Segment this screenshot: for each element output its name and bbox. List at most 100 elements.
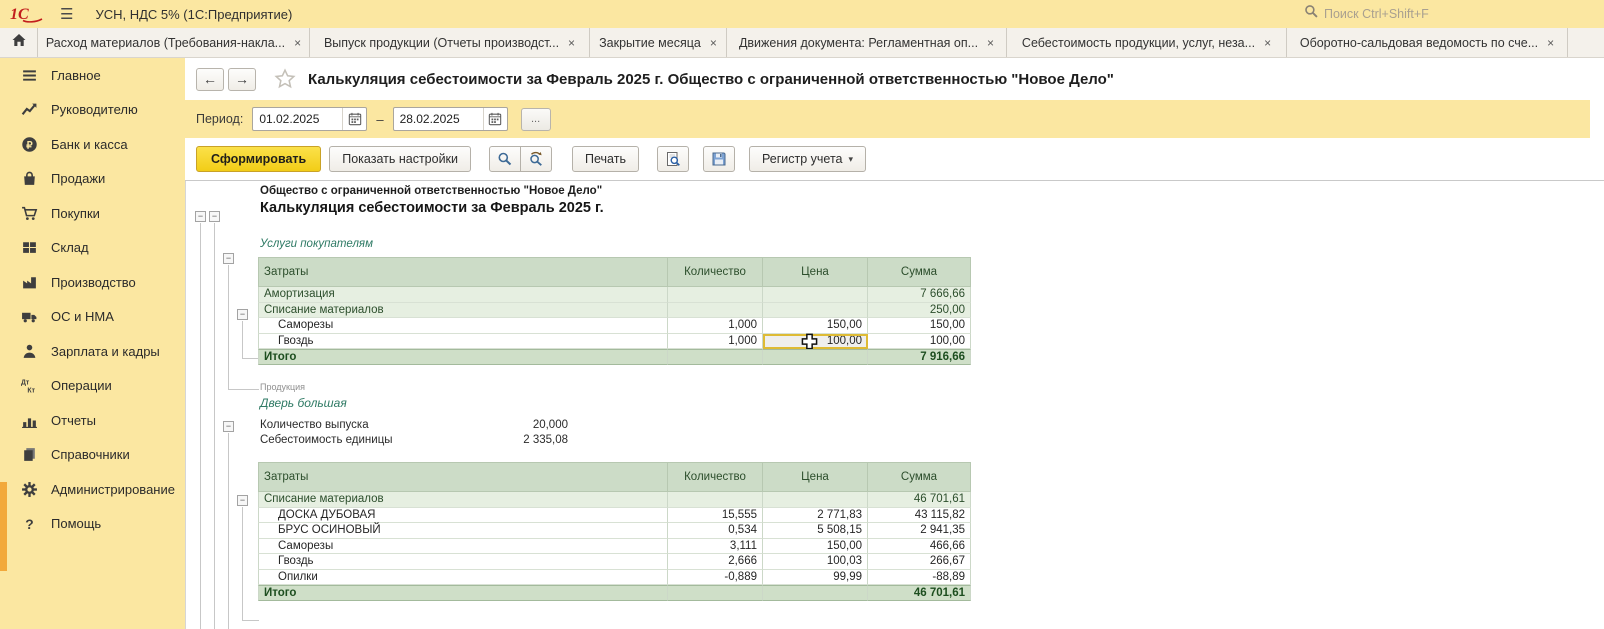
tab-4[interactable]: Движения документа: Регламентная оп...× — [727, 28, 1007, 57]
global-search[interactable] — [1304, 4, 1454, 24]
register-dropdown[interactable]: Регистр учета ▾ — [749, 146, 866, 172]
cell-sum[interactable]: 43 115,82 — [868, 508, 971, 524]
period-from-field[interactable] — [252, 107, 367, 131]
sidebar-item-factory[interactable]: Производство — [0, 265, 185, 300]
sidebar-item-bag[interactable]: Продажи — [0, 162, 185, 197]
cell-name[interactable]: Итого — [258, 585, 668, 601]
main-menu-icon[interactable]: ☰ — [60, 5, 73, 23]
tab-1[interactable]: Расход материалов (Требования-накла...× — [38, 28, 310, 57]
cell-qty[interactable]: 1,000 — [668, 318, 763, 334]
cell-sum[interactable]: 7 666,66 — [868, 287, 971, 303]
cell-name[interactable]: Итого — [258, 349, 668, 365]
close-icon[interactable]: × — [1547, 36, 1554, 50]
cell-qty[interactable]: 2,666 — [668, 554, 763, 570]
collapse-toggle[interactable] — [223, 253, 234, 264]
cell-price[interactable] — [763, 492, 868, 508]
cell-name[interactable]: Опилки — [258, 570, 668, 586]
sidebar-item-gear[interactable]: Администрирование — [0, 472, 185, 507]
cell-sum[interactable]: 266,67 — [868, 554, 971, 570]
collapse-toggle[interactable] — [223, 421, 234, 432]
close-icon[interactable]: × — [710, 36, 717, 50]
sidebar-scrollbar[interactable] — [0, 482, 7, 571]
find-button[interactable] — [489, 146, 521, 172]
sidebar-item-person[interactable]: Зарплата и кадры — [0, 334, 185, 369]
cell-price[interactable]: 2 771,83 — [763, 508, 868, 524]
cell-qty[interactable]: 15,555 — [668, 508, 763, 524]
cell-sum[interactable]: 2 941,35 — [868, 523, 971, 539]
forward-button[interactable]: → — [228, 68, 256, 91]
close-icon[interactable]: × — [1264, 36, 1271, 50]
favorite-star-icon[interactable] — [274, 68, 296, 90]
show-settings-button[interactable]: Показать настройки — [329, 146, 471, 172]
cell-name[interactable]: Саморезы — [258, 318, 668, 334]
cell-price[interactable] — [763, 287, 868, 303]
cell-qty[interactable] — [668, 303, 763, 319]
tab-2[interactable]: Выпуск продукции (Отчеты производст...× — [310, 28, 590, 57]
cell-price[interactable]: 100,03 — [763, 554, 868, 570]
cell-qty[interactable]: 1,000 — [668, 334, 763, 350]
cell-qty[interactable]: -0,889 — [668, 570, 763, 586]
cell-qty[interactable] — [668, 585, 763, 601]
cell-name[interactable]: Гвоздь — [258, 554, 668, 570]
cell-price[interactable]: 99,99 — [763, 570, 868, 586]
collapse-toggle[interactable] — [209, 211, 220, 222]
period-to-input[interactable] — [394, 112, 483, 126]
cell-sum[interactable]: 7 916,66 — [868, 349, 971, 365]
section-services[interactable]: Услуги покупателям — [260, 238, 373, 250]
sidebar-item-truck[interactable]: ОС и НМА — [0, 300, 185, 335]
sidebar-item-warehouse[interactable]: Склад — [0, 231, 185, 266]
close-icon[interactable]: × — [294, 36, 301, 50]
cell-name[interactable]: ДОСКА ДУБОВАЯ — [258, 508, 668, 524]
generate-button[interactable]: Сформировать — [196, 146, 321, 172]
sidebar-item-help[interactable]: ?Помощь — [0, 507, 185, 542]
cell-qty[interactable] — [668, 492, 763, 508]
cell-qty[interactable] — [668, 287, 763, 303]
sidebar-item-books[interactable]: Справочники — [0, 438, 185, 473]
find-next-button[interactable] — [521, 146, 552, 172]
cell-price[interactable]: 5 508,15 — [763, 523, 868, 539]
period-options-button[interactable]: ... — [521, 108, 551, 131]
metric-value[interactable]: 2 335,08 — [460, 434, 568, 446]
period-from-input[interactable] — [253, 112, 342, 126]
search-input[interactable] — [1324, 7, 1454, 21]
collapse-toggle[interactable] — [237, 495, 248, 506]
product-name[interactable]: Дверь большая — [260, 396, 347, 410]
calendar-icon[interactable] — [483, 108, 507, 130]
cell-price[interactable] — [763, 349, 868, 365]
cell-price[interactable] — [763, 585, 868, 601]
cell-sum[interactable]: -88,89 — [868, 570, 971, 586]
metric-value[interactable]: 20,000 — [460, 419, 568, 431]
back-button[interactable]: ← — [196, 68, 224, 91]
cell-name[interactable]: Амортизация — [258, 287, 668, 303]
calendar-icon[interactable] — [342, 108, 366, 130]
close-icon[interactable]: × — [987, 36, 994, 50]
sidebar-item-trend[interactable]: Руководителю — [0, 93, 185, 128]
close-icon[interactable]: × — [568, 36, 575, 50]
cell-sum[interactable]: 150,00 — [868, 318, 971, 334]
tab-3[interactable]: Закрытие месяца× — [590, 28, 727, 57]
cell-sum[interactable]: 466,66 — [868, 539, 971, 555]
tab-5[interactable]: Себестоимость продукции, услуг, неза...× — [1007, 28, 1287, 57]
cell-qty[interactable] — [668, 349, 763, 365]
cell-name[interactable]: Списание материалов — [258, 492, 668, 508]
cell-price[interactable]: 100,00 — [763, 334, 868, 350]
cell-qty[interactable]: 0,534 — [668, 523, 763, 539]
home-tab[interactable] — [0, 28, 38, 57]
preview-button[interactable] — [657, 146, 689, 172]
sidebar-item-menu[interactable]: Главное — [0, 58, 185, 93]
collapse-toggle[interactable] — [195, 211, 206, 222]
print-button[interactable]: Печать — [572, 146, 639, 172]
collapse-toggle[interactable] — [237, 309, 248, 320]
cell-price[interactable]: 150,00 — [763, 539, 868, 555]
cell-sum[interactable]: 250,00 — [868, 303, 971, 319]
sidebar-item-ruble[interactable]: ₽Банк и касса — [0, 127, 185, 162]
period-to-field[interactable] — [393, 107, 508, 131]
sidebar-item-dtkt[interactable]: ДтКтОперации — [0, 369, 185, 404]
save-button[interactable] — [703, 146, 735, 172]
cell-sum[interactable]: 46 701,61 — [868, 492, 971, 508]
cell-sum[interactable]: 100,00 — [868, 334, 971, 350]
sidebar-item-cart[interactable]: Покупки — [0, 196, 185, 231]
cell-name[interactable]: БРУС ОСИНОВЫЙ — [258, 523, 668, 539]
cell-sum[interactable]: 46 701,61 — [868, 585, 971, 601]
tab-6[interactable]: Оборотно-сальдовая ведомость по сче...× — [1287, 28, 1568, 57]
